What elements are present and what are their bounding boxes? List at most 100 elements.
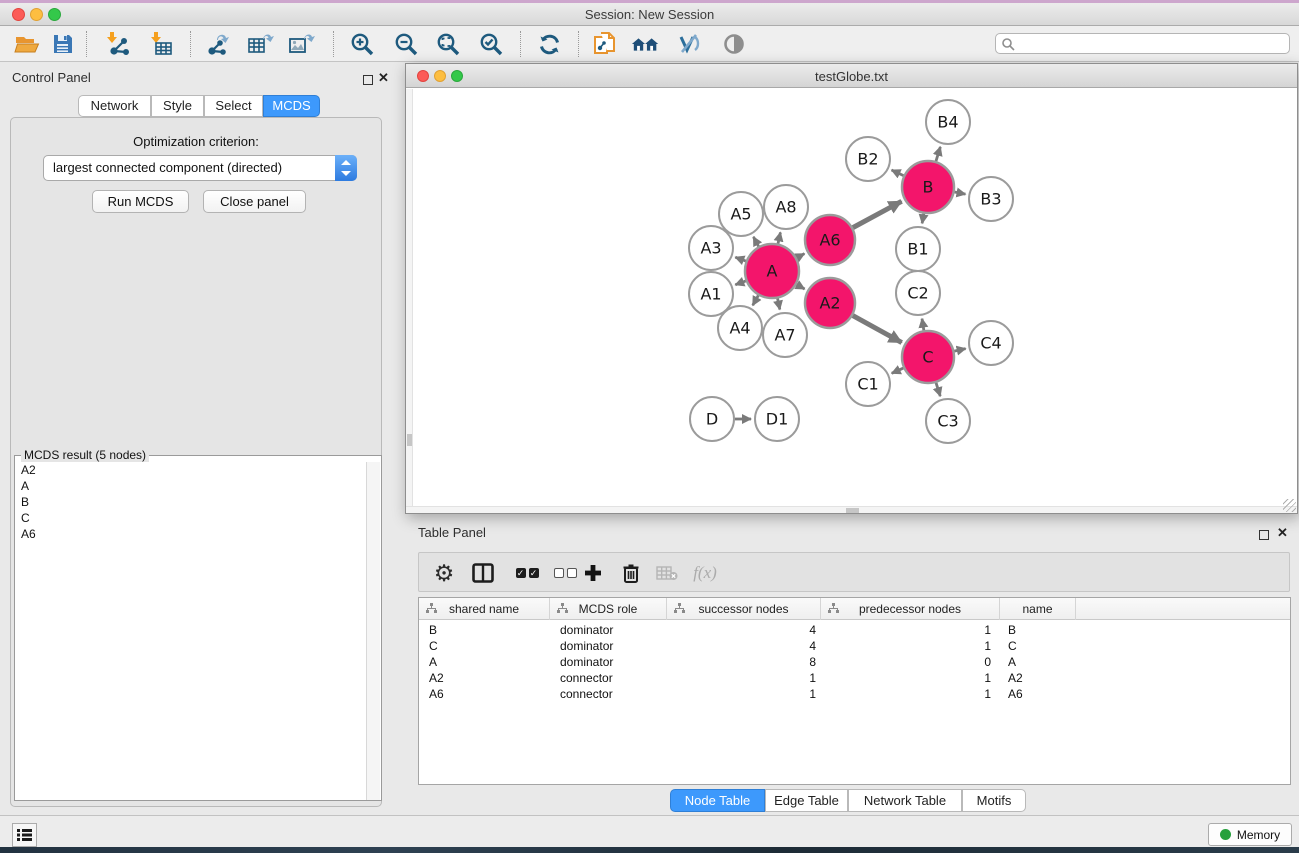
desktop-edge [0, 847, 1299, 853]
tab-mcds[interactable]: MCDS [263, 95, 320, 117]
export-table-icon[interactable] [245, 30, 275, 58]
search-box[interactable] [995, 33, 1290, 54]
graph-edge-A-A1[interactable] [735, 281, 745, 285]
control-panel-close-icon[interactable]: ✕ [378, 70, 389, 86]
graph-edge-A6-B[interactable] [853, 201, 902, 227]
cell: connector [550, 686, 667, 702]
graph-edge-B-B1[interactable] [922, 214, 924, 224]
tab-network-table[interactable]: Network Table [848, 789, 962, 812]
create-column-icon[interactable] [577, 557, 609, 589]
graph-edge-B-B2[interactable] [892, 170, 904, 176]
scroll-thumb[interactable] [407, 434, 412, 446]
window-resize-grip[interactable] [1283, 499, 1296, 512]
graph-edge-B-B3[interactable] [955, 192, 966, 194]
function-builder-icon[interactable]: f(x) [685, 557, 725, 589]
graph-edge-A-A8[interactable] [778, 232, 780, 243]
hide-selected-icon[interactable] [674, 30, 704, 58]
export-network-icon[interactable] [203, 30, 233, 58]
column-header-successor-nodes[interactable]: successor nodes [667, 598, 821, 620]
save-session-icon[interactable] [48, 30, 78, 58]
tab-node-table[interactable]: Node Table [670, 789, 765, 812]
run-mcds-button[interactable]: Run MCDS [92, 190, 189, 213]
graph-node-label-A3: A3 [700, 239, 721, 258]
scroll-thumb[interactable] [846, 508, 859, 513]
zoom-in-icon[interactable] [347, 30, 377, 58]
table-row[interactable]: Bdominator41B [419, 622, 1290, 638]
delete-table-icon[interactable] [651, 557, 683, 589]
mcds-result-title: MCDS result (5 nodes) [21, 448, 149, 462]
main-titlebar[interactable]: Session: New Session [0, 3, 1299, 26]
network-window-titlebar[interactable]: testGlobe.txt [406, 64, 1297, 88]
tab-style[interactable]: Style [151, 95, 204, 117]
graph-edge-A2-C[interactable] [853, 316, 902, 343]
tab-edge-table[interactable]: Edge Table [765, 789, 848, 812]
show-columns-icon[interactable] [467, 557, 499, 589]
control-panel-float-icon[interactable] [363, 72, 373, 90]
table-panel-close-icon[interactable]: ✕ [1277, 525, 1288, 541]
zoom-out-icon[interactable] [391, 30, 421, 58]
show-all-icon[interactable] [719, 30, 749, 58]
mcds-result-scrollbar[interactable] [366, 462, 380, 800]
graph-edge-C-C1[interactable] [892, 368, 904, 373]
cell: C [1000, 638, 1076, 654]
tab-network[interactable]: Network [78, 95, 151, 117]
mcds-result-item[interactable]: C [16, 510, 367, 526]
import-network-icon[interactable] [104, 30, 134, 58]
window-title: Session: New Session [0, 7, 1299, 22]
graph-edge-C-C2[interactable] [922, 319, 924, 331]
table-panel-float-icon[interactable] [1259, 527, 1269, 545]
mcds-result-list[interactable]: A2ABCA6 [16, 462, 367, 800]
refresh-icon[interactable] [534, 30, 564, 58]
graph-edge-A-A4[interactable] [753, 295, 759, 305]
network-bottom-scrollbar[interactable] [406, 506, 1297, 513]
tab-select[interactable]: Select [204, 95, 263, 117]
mcds-result-item[interactable]: A [16, 478, 367, 494]
network-graph[interactable]: B4B2BB3A5A8A6A3AB1A1A2C2A4A7C4CC1C3DD1 [406, 89, 1297, 513]
graph-edge-C-C4[interactable] [954, 349, 965, 352]
column-header-shared-name[interactable]: shared name [419, 598, 550, 620]
table-row[interactable]: A2connector11A2 [419, 670, 1290, 686]
search-input[interactable] [1018, 35, 1283, 52]
zoom-selected-icon[interactable] [476, 30, 506, 58]
network-snapshot-icon[interactable] [590, 30, 620, 58]
mcds-result-item[interactable]: A2 [16, 462, 367, 478]
close-panel-button[interactable]: Close panel [203, 190, 306, 213]
graph-edge-B-B4[interactable] [936, 147, 940, 161]
main-toolbar [0, 26, 1299, 62]
column-header-MCDS-role[interactable]: MCDS role [550, 598, 667, 620]
table-mode-gear-icon[interactable]: ⚙ [429, 557, 459, 589]
delete-columns-icon[interactable] [615, 557, 647, 589]
table-row[interactable]: A6connector11A6 [419, 686, 1290, 702]
optimization-criterion-value: largest connected component (directed) [53, 160, 282, 175]
graph-edge-A-A5[interactable] [753, 237, 758, 247]
network-view-window[interactable]: testGlobe.txt B4B2BB3A5A8A6A3AB1A1A2C2A4… [405, 63, 1298, 514]
graph-edge-A-A3[interactable] [735, 257, 745, 261]
graph-edge-A-A6[interactable] [797, 254, 805, 258]
mcds-result-item[interactable]: A6 [16, 526, 367, 542]
open-file-icon[interactable] [12, 30, 42, 58]
list-icon [16, 827, 33, 843]
graph-edge-A-A2[interactable] [797, 285, 805, 289]
import-table-icon[interactable] [148, 30, 178, 58]
export-image-icon[interactable] [286, 30, 316, 58]
column-header-predecessor-nodes[interactable]: predecessor nodes [821, 598, 1000, 620]
cell: C [419, 638, 550, 654]
graph-edge-A-A7[interactable] [778, 298, 780, 309]
task-history-button[interactable] [12, 823, 37, 847]
optimization-criterion-select[interactable]: largest connected component (directed) [43, 155, 357, 181]
toolbar-separator [578, 31, 579, 57]
mcds-result-item[interactable]: B [16, 494, 367, 510]
graph-node-label-D1: D1 [766, 410, 789, 429]
zoom-fit-icon[interactable] [433, 30, 463, 58]
table-row[interactable]: Cdominator41C [419, 638, 1290, 654]
node-table[interactable]: shared nameMCDS rolesuccessor nodesprede… [418, 597, 1291, 785]
tab-motifs[interactable]: Motifs [962, 789, 1026, 812]
table-row[interactable]: Adominator80A [419, 654, 1290, 670]
network-left-scrollbar[interactable] [406, 89, 413, 506]
select-all-icon[interactable]: ✓✓ [511, 557, 543, 589]
first-neighbors-icon[interactable] [631, 30, 661, 58]
graph-edge-C-C3[interactable] [936, 383, 940, 396]
cell: 1 [821, 638, 1000, 654]
column-header-name[interactable]: name [1000, 598, 1076, 620]
memory-button[interactable]: Memory [1208, 823, 1292, 846]
